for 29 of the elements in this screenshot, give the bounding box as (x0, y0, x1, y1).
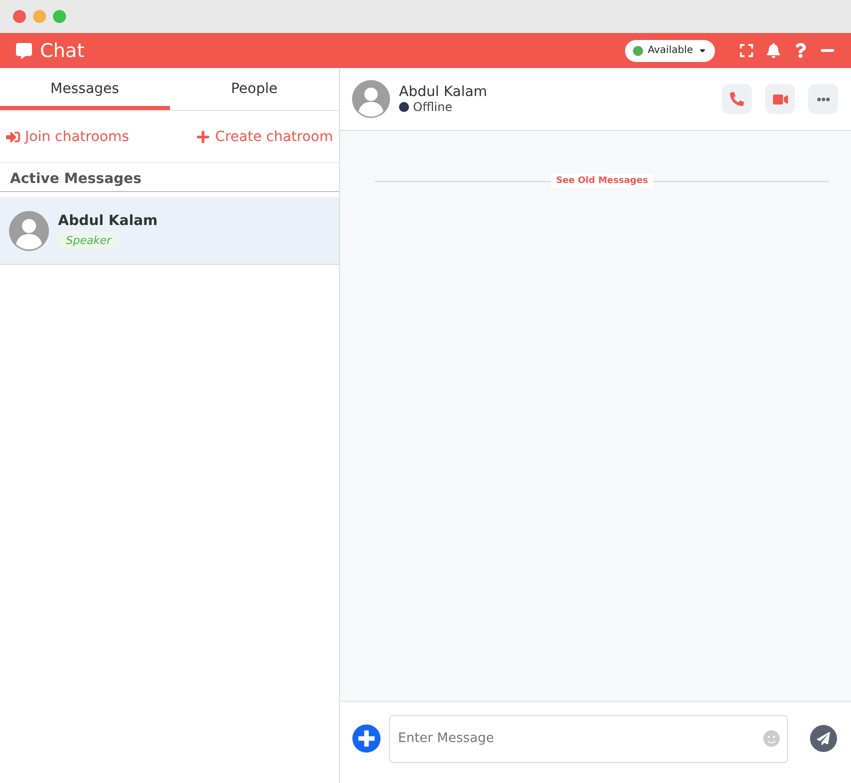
sign-in-icon (6, 130, 20, 144)
add-button[interactable] (352, 724, 381, 753)
send-button[interactable] (810, 725, 837, 752)
avatar-icon (352, 80, 390, 118)
chat-icon (16, 42, 32, 58)
window-title: Chat (40, 40, 86, 62)
close-window-button[interactable] (13, 10, 26, 23)
tab[interactable]: Messages (0, 68, 170, 110)
tab[interactable]: People (170, 68, 339, 110)
video-button[interactable] (765, 84, 795, 114)
section-title: Active Messages (0, 163, 339, 192)
message-input[interactable]: Enter Message (389, 714, 788, 762)
avatar-icon (9, 210, 49, 250)
phone-icon (730, 92, 744, 106)
status-text: Offline (413, 100, 452, 114)
contact-name: Abdul Kalam (399, 84, 488, 100)
plus-icon (196, 130, 210, 144)
contact-name: Abdul Kalam (58, 212, 158, 228)
conversation-item[interactable]: Abdul Kalam Speaker (0, 197, 339, 265)
bell-icon[interactable] (766, 43, 781, 58)
role-tag: Speaker (58, 232, 120, 248)
status-dropdown[interactable]: Available (624, 40, 715, 62)
more-button[interactable] (808, 84, 838, 114)
call-button[interactable] (722, 84, 752, 114)
zoom-window-button[interactable] (53, 10, 66, 23)
send-icon (817, 732, 830, 745)
fullscreen-icon[interactable] (739, 43, 754, 58)
help-icon[interactable] (793, 43, 808, 58)
video-camera-icon (772, 92, 788, 106)
